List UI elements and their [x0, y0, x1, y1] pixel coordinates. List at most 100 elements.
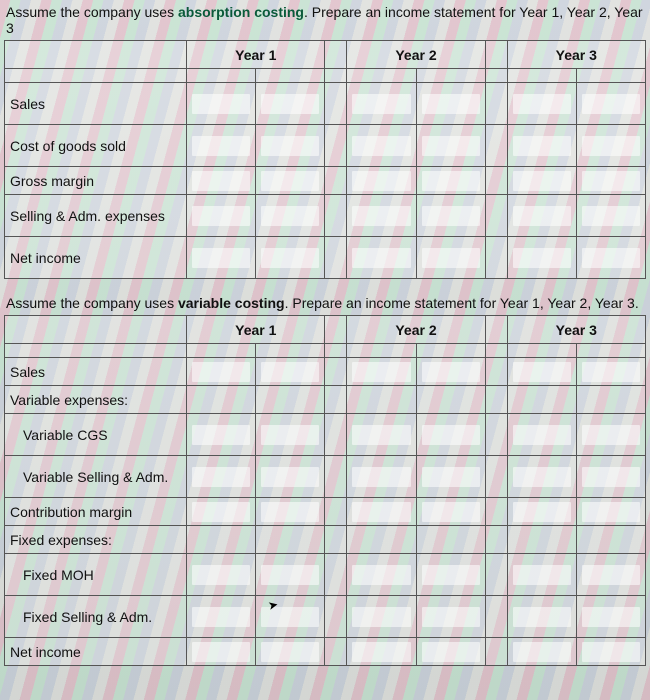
input-cell[interactable]: [416, 638, 485, 666]
input-cell[interactable]: [256, 498, 325, 526]
input-cell[interactable]: [347, 83, 416, 125]
input-cell[interactable]: [347, 638, 416, 666]
input-cell[interactable]: [576, 596, 645, 638]
input-cell[interactable]: [256, 596, 325, 638]
input-cell[interactable]: [507, 414, 576, 456]
absorption-table: Year 1 Year 2 Year 3 Sales Cost of goods…: [4, 40, 646, 279]
input-cell[interactable]: [347, 237, 416, 279]
input-cell[interactable]: [187, 554, 256, 596]
input-cell[interactable]: [187, 167, 256, 195]
table-row: Contribution margin: [5, 498, 646, 526]
row-label-net-income: Net income: [5, 237, 187, 279]
input-cell[interactable]: [576, 554, 645, 596]
input-cell[interactable]: [187, 125, 256, 167]
input-cell[interactable]: [256, 554, 325, 596]
instruction-variable: Assume the company uses variable costing…: [6, 295, 646, 311]
input-cell[interactable]: [256, 167, 325, 195]
input-cell[interactable]: [416, 554, 485, 596]
table-row: Fixed MOH: [5, 554, 646, 596]
input-cell[interactable]: [187, 358, 256, 386]
input-cell[interactable]: [416, 456, 485, 498]
input-cell[interactable]: [187, 596, 256, 638]
col-header-year2: Year 2: [347, 41, 485, 69]
table-row: Cost of goods sold: [5, 125, 646, 167]
row-label: Fixed MOH: [5, 554, 187, 596]
input-cell[interactable]: [576, 498, 645, 526]
input-cell[interactable]: [507, 237, 576, 279]
input-cell[interactable]: [347, 125, 416, 167]
input-cell[interactable]: [576, 456, 645, 498]
input-cell[interactable]: [347, 414, 416, 456]
input-cell[interactable]: [347, 456, 416, 498]
input-cell[interactable]: [576, 237, 645, 279]
input-cell[interactable]: [347, 596, 416, 638]
input-cell[interactable]: [507, 554, 576, 596]
row-label: Net income: [5, 638, 187, 666]
variable-table: Year 1 Year 2 Year 3 Sales Variable expe…: [4, 315, 646, 666]
input-cell[interactable]: [187, 638, 256, 666]
table-row: Variable CGS: [5, 414, 646, 456]
input-cell[interactable]: [576, 125, 645, 167]
input-cell[interactable]: [347, 167, 416, 195]
input-cell[interactable]: [256, 83, 325, 125]
input-cell[interactable]: [507, 195, 576, 237]
table-row: Net income: [5, 638, 646, 666]
input-cell[interactable]: [507, 596, 576, 638]
input-cell[interactable]: [347, 195, 416, 237]
header-row: Year 1 Year 2 Year 3: [5, 41, 646, 69]
input-cell[interactable]: [256, 456, 325, 498]
input-cell[interactable]: [576, 414, 645, 456]
input-cell[interactable]: [256, 237, 325, 279]
row-label: Fixed Selling & Adm.: [5, 596, 187, 638]
table-row: Fixed expenses:: [5, 526, 646, 554]
table-row: Variable expenses:: [5, 386, 646, 414]
input-cell[interactable]: [576, 167, 645, 195]
table-row: Sales: [5, 83, 646, 125]
input-cell[interactable]: [507, 83, 576, 125]
input-cell[interactable]: [187, 414, 256, 456]
input-cell[interactable]: [256, 638, 325, 666]
input-cell[interactable]: [576, 638, 645, 666]
input-cell[interactable]: [256, 195, 325, 237]
input-cell[interactable]: [256, 125, 325, 167]
input-cell[interactable]: [187, 498, 256, 526]
input-cell[interactable]: [187, 237, 256, 279]
row-label: Sales: [5, 358, 187, 386]
input-cell[interactable]: [347, 358, 416, 386]
row-label-sales: Sales: [5, 83, 187, 125]
input-cell[interactable]: [576, 358, 645, 386]
input-cell[interactable]: [256, 414, 325, 456]
input-cell[interactable]: [416, 167, 485, 195]
input-cell[interactable]: [187, 195, 256, 237]
input-cell[interactable]: [416, 237, 485, 279]
row-label: Contribution margin: [5, 498, 187, 526]
row-label-selling-adm: Selling & Adm. expenses: [5, 195, 187, 237]
input-cell[interactable]: [507, 125, 576, 167]
input-cell[interactable]: [416, 596, 485, 638]
input-cell[interactable]: [187, 456, 256, 498]
input-cell[interactable]: [256, 358, 325, 386]
input-cell[interactable]: [507, 498, 576, 526]
input-cell[interactable]: [416, 414, 485, 456]
input-cell[interactable]: [416, 83, 485, 125]
table-row: Selling & Adm. expenses: [5, 195, 646, 237]
col-header-year1: Year 1: [187, 316, 325, 344]
input-cell[interactable]: [507, 167, 576, 195]
input-cell[interactable]: [187, 83, 256, 125]
input-cell[interactable]: [576, 83, 645, 125]
input-cell[interactable]: [576, 195, 645, 237]
input-cell[interactable]: [347, 498, 416, 526]
instruction-absorption: Assume the company uses absorption costi…: [6, 4, 646, 36]
input-cell[interactable]: [416, 358, 485, 386]
table-row: Net income: [5, 237, 646, 279]
input-cell[interactable]: [416, 125, 485, 167]
input-cell[interactable]: [507, 358, 576, 386]
col-header-year1: Year 1: [187, 41, 325, 69]
input-cell[interactable]: [507, 638, 576, 666]
input-cell[interactable]: [416, 498, 485, 526]
input-cell[interactable]: [416, 195, 485, 237]
col-header-year3: Year 3: [507, 316, 645, 344]
input-cell[interactable]: [347, 554, 416, 596]
row-label-cogs: Cost of goods sold: [5, 125, 187, 167]
input-cell[interactable]: [507, 456, 576, 498]
